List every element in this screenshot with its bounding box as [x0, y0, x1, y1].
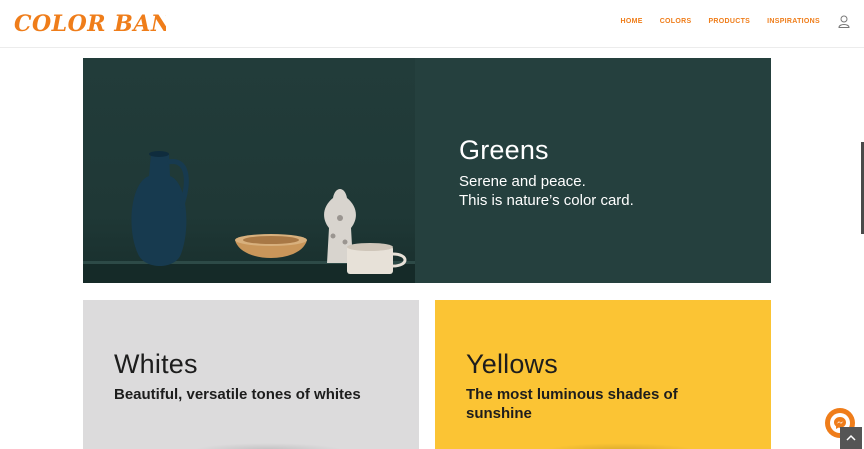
whites-card[interactable]: Whites Beautiful, versatile tones of whi… — [83, 300, 419, 449]
nav-products[interactable]: PRODUCTS — [708, 18, 750, 25]
nav-inspirations[interactable]: INSPIRATIONS — [767, 18, 820, 25]
nav-home[interactable]: HOME — [620, 18, 642, 25]
still-life-illustration — [83, 151, 415, 283]
hero-title: Greens — [459, 135, 549, 165]
hero-subtitle-line-1: Serene and peace. — [459, 173, 586, 190]
svg-text:COLOR BANK: COLOR BANK — [14, 11, 166, 37]
yellows-text-block: Yellows The most luminous shades of suns… — [466, 348, 726, 423]
card-shadow — [193, 443, 343, 449]
chevron-up-icon — [846, 434, 856, 441]
scroll-to-top-button[interactable] — [840, 427, 862, 449]
site-header: COLOR BANK HOME COLORS PRODUCTS INSPIRAT… — [0, 0, 864, 48]
hero-text-block: Greens Serene and peace. This is nature’… — [459, 134, 634, 210]
user-icon[interactable] — [838, 15, 850, 28]
brand-logo[interactable]: COLOR BANK — [14, 8, 191, 38]
greens-card[interactable]: Greens Serene and peace. This is nature’… — [83, 58, 771, 283]
whites-title: Whites — [114, 349, 198, 379]
yellows-card[interactable]: Yellows The most luminous shades of suns… — [435, 300, 771, 449]
hero-still-life-image — [83, 58, 415, 283]
main-nav: HOME COLORS PRODUCTS INSPIRATIONS — [603, 18, 820, 25]
nav-colors[interactable]: COLORS — [660, 18, 692, 25]
hero-subtitle: Serene and peace. This is nature’s color… — [459, 172, 634, 210]
yellows-title: Yellows — [466, 349, 558, 379]
whites-subtitle: Beautiful, versatile tones of whites — [114, 386, 361, 403]
brand-logo-wordmark: COLOR BANK — [14, 11, 191, 37]
yellows-subtitle: The most luminous shades of sunshine — [466, 386, 678, 422]
whites-text-block: Whites Beautiful, versatile tones of whi… — [114, 348, 361, 404]
card-shadow — [545, 443, 695, 449]
hero-subtitle-line-2: This is nature’s color card. — [459, 192, 634, 209]
